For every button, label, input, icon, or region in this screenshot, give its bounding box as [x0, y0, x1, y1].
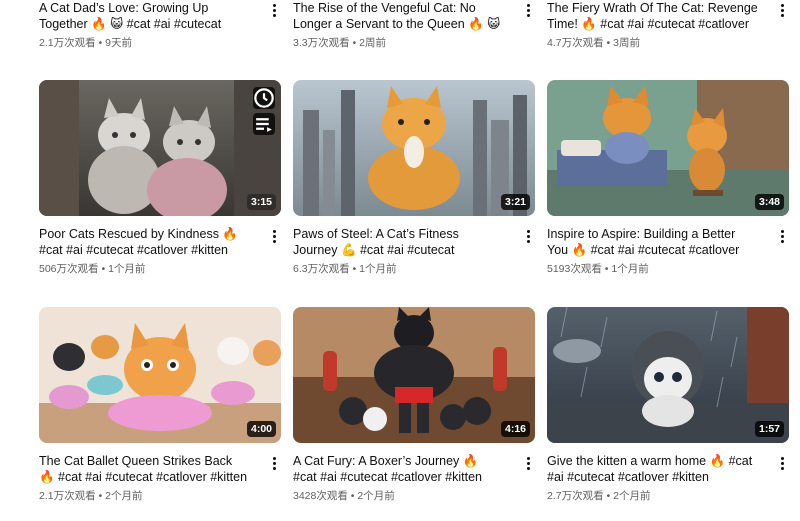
view-count: 2.7万次观看	[547, 490, 604, 502]
meta-separator: •	[98, 490, 103, 502]
upload-age: 9天前	[105, 37, 132, 49]
view-count: 5193次观看	[547, 263, 602, 275]
video-thumbnail[interactable]: 3:15	[39, 80, 281, 216]
kebab-menu-icon[interactable]	[521, 227, 535, 245]
add-to-queue-button[interactable]	[253, 113, 275, 135]
duration-badge: 4:16	[500, 421, 530, 437]
video-title[interactable]: Inspire to Aspire: Building a Better You…	[547, 226, 759, 258]
meta-separator: •	[101, 263, 106, 275]
video-card[interactable]: A Cat Dad’s Love: Growing Up Together 🔥 …	[39, 0, 281, 50]
video-meta: 5193次观看 • 1个月前	[547, 263, 789, 276]
meta-separator: •	[350, 490, 355, 502]
view-count: 2.1万次观看	[39, 490, 96, 502]
upload-age: 1个月前	[108, 263, 146, 275]
video-thumbnail[interactable]: 1:57	[547, 307, 789, 443]
upload-age: 2个月前	[105, 490, 143, 502]
meta-separator: •	[606, 490, 611, 502]
meta-separator: •	[606, 37, 611, 49]
video-meta: 4.7万次观看 • 3周前	[547, 37, 789, 50]
kebab-menu-icon[interactable]	[267, 1, 281, 19]
video-meta: 6.3万次观看 • 1个月前	[293, 263, 535, 276]
video-title[interactable]: A Cat Fury: A Boxer’s Journey 🔥 #cat #ai…	[293, 453, 505, 485]
boxer-cats-image	[293, 307, 535, 443]
video-card[interactable]: Give the kitten a warm home 🔥 #cat #ai #…	[547, 453, 789, 503]
duration-badge: 3:15	[246, 194, 276, 210]
video-card[interactable]: The Cat Ballet Queen Strikes Back 🔥 #cat…	[39, 453, 281, 503]
meta-separator: •	[98, 37, 103, 49]
meta-separator: •	[352, 37, 357, 49]
kebab-menu-icon[interactable]	[775, 454, 789, 472]
ballet-cats-image	[39, 307, 281, 443]
video-meta: 506万次观看 • 1个月前	[39, 263, 281, 276]
fitness-cat-image	[293, 80, 535, 216]
video-card[interactable]: Paws of Steel: A Cat’s Fitness Journey 💪…	[293, 226, 535, 276]
upload-age: 2个月前	[613, 490, 651, 502]
kebab-menu-icon[interactable]	[267, 227, 281, 245]
hospital-cats-image	[547, 80, 789, 216]
watch-later-button[interactable]	[253, 87, 275, 109]
upload-age: 2个月前	[357, 490, 395, 502]
duration-badge: 1:57	[754, 421, 784, 437]
view-count: 2.1万次观看	[39, 37, 96, 49]
video-meta: 2.1万次观看 • 2个月前	[39, 490, 281, 503]
queue-icon	[256, 118, 272, 132]
duration-badge: 3:21	[500, 194, 530, 210]
video-meta: 2.1万次观看 • 9天前	[39, 37, 281, 50]
duration-badge: 4:00	[246, 421, 276, 437]
kebab-menu-icon[interactable]	[775, 227, 789, 245]
video-meta: 3428次观看 • 2个月前	[293, 490, 535, 503]
video-title[interactable]: Paws of Steel: A Cat’s Fitness Journey 💪…	[293, 226, 505, 258]
upload-age: 3周前	[613, 37, 640, 49]
video-card[interactable]: Poor Cats Rescued by Kindness 🔥 #cat #ai…	[39, 226, 281, 276]
video-thumbnail[interactable]: 4:16	[293, 307, 535, 443]
video-title[interactable]: Poor Cats Rescued by Kindness 🔥 #cat #ai…	[39, 226, 251, 258]
video-meta: 2.7万次观看 • 2个月前	[547, 490, 789, 503]
view-count: 6.3万次观看	[293, 263, 350, 275]
clock-icon	[254, 88, 274, 108]
video-title[interactable]: The Fiery Wrath Of The Cat: Revenge Time…	[547, 0, 759, 32]
video-thumbnail[interactable]: 4:00	[39, 307, 281, 443]
upload-age: 1个月前	[611, 263, 649, 275]
video-title[interactable]: The Rise of the Vengeful Cat: No Longer …	[293, 0, 505, 32]
video-thumbnail[interactable]: 3:21	[293, 80, 535, 216]
kebab-menu-icon[interactable]	[267, 454, 281, 472]
view-count: 506万次观看	[39, 263, 99, 275]
kebab-menu-icon[interactable]	[521, 454, 535, 472]
kebab-menu-icon[interactable]	[775, 1, 789, 19]
upload-age: 1个月前	[359, 263, 397, 275]
view-count: 4.7万次观看	[547, 37, 604, 49]
video-card[interactable]: The Fiery Wrath Of The Cat: Revenge Time…	[547, 0, 789, 50]
kebab-menu-icon[interactable]	[521, 1, 535, 19]
video-title[interactable]: A Cat Dad’s Love: Growing Up Together 🔥 …	[39, 0, 251, 32]
rescued-cats-image	[39, 80, 281, 216]
meta-separator: •	[352, 263, 357, 275]
video-thumbnail[interactable]: 3:48	[547, 80, 789, 216]
video-title[interactable]: Give the kitten a warm home 🔥 #cat #ai #…	[547, 453, 759, 485]
video-title[interactable]: The Cat Ballet Queen Strikes Back 🔥 #cat…	[39, 453, 251, 485]
video-card[interactable]: A Cat Fury: A Boxer’s Journey 🔥 #cat #ai…	[293, 453, 535, 503]
rainy-kitten-image	[547, 307, 789, 443]
video-card[interactable]: Inspire to Aspire: Building a Better You…	[547, 226, 789, 276]
video-card[interactable]: The Rise of the Vengeful Cat: No Longer …	[293, 0, 535, 50]
video-meta: 3.3万次观看 • 2周前	[293, 37, 535, 50]
view-count: 3.3万次观看	[293, 37, 350, 49]
view-count: 3428次观看	[293, 490, 348, 502]
meta-separator: •	[604, 263, 609, 275]
duration-badge: 3:48	[754, 194, 784, 210]
upload-age: 2周前	[359, 37, 386, 49]
